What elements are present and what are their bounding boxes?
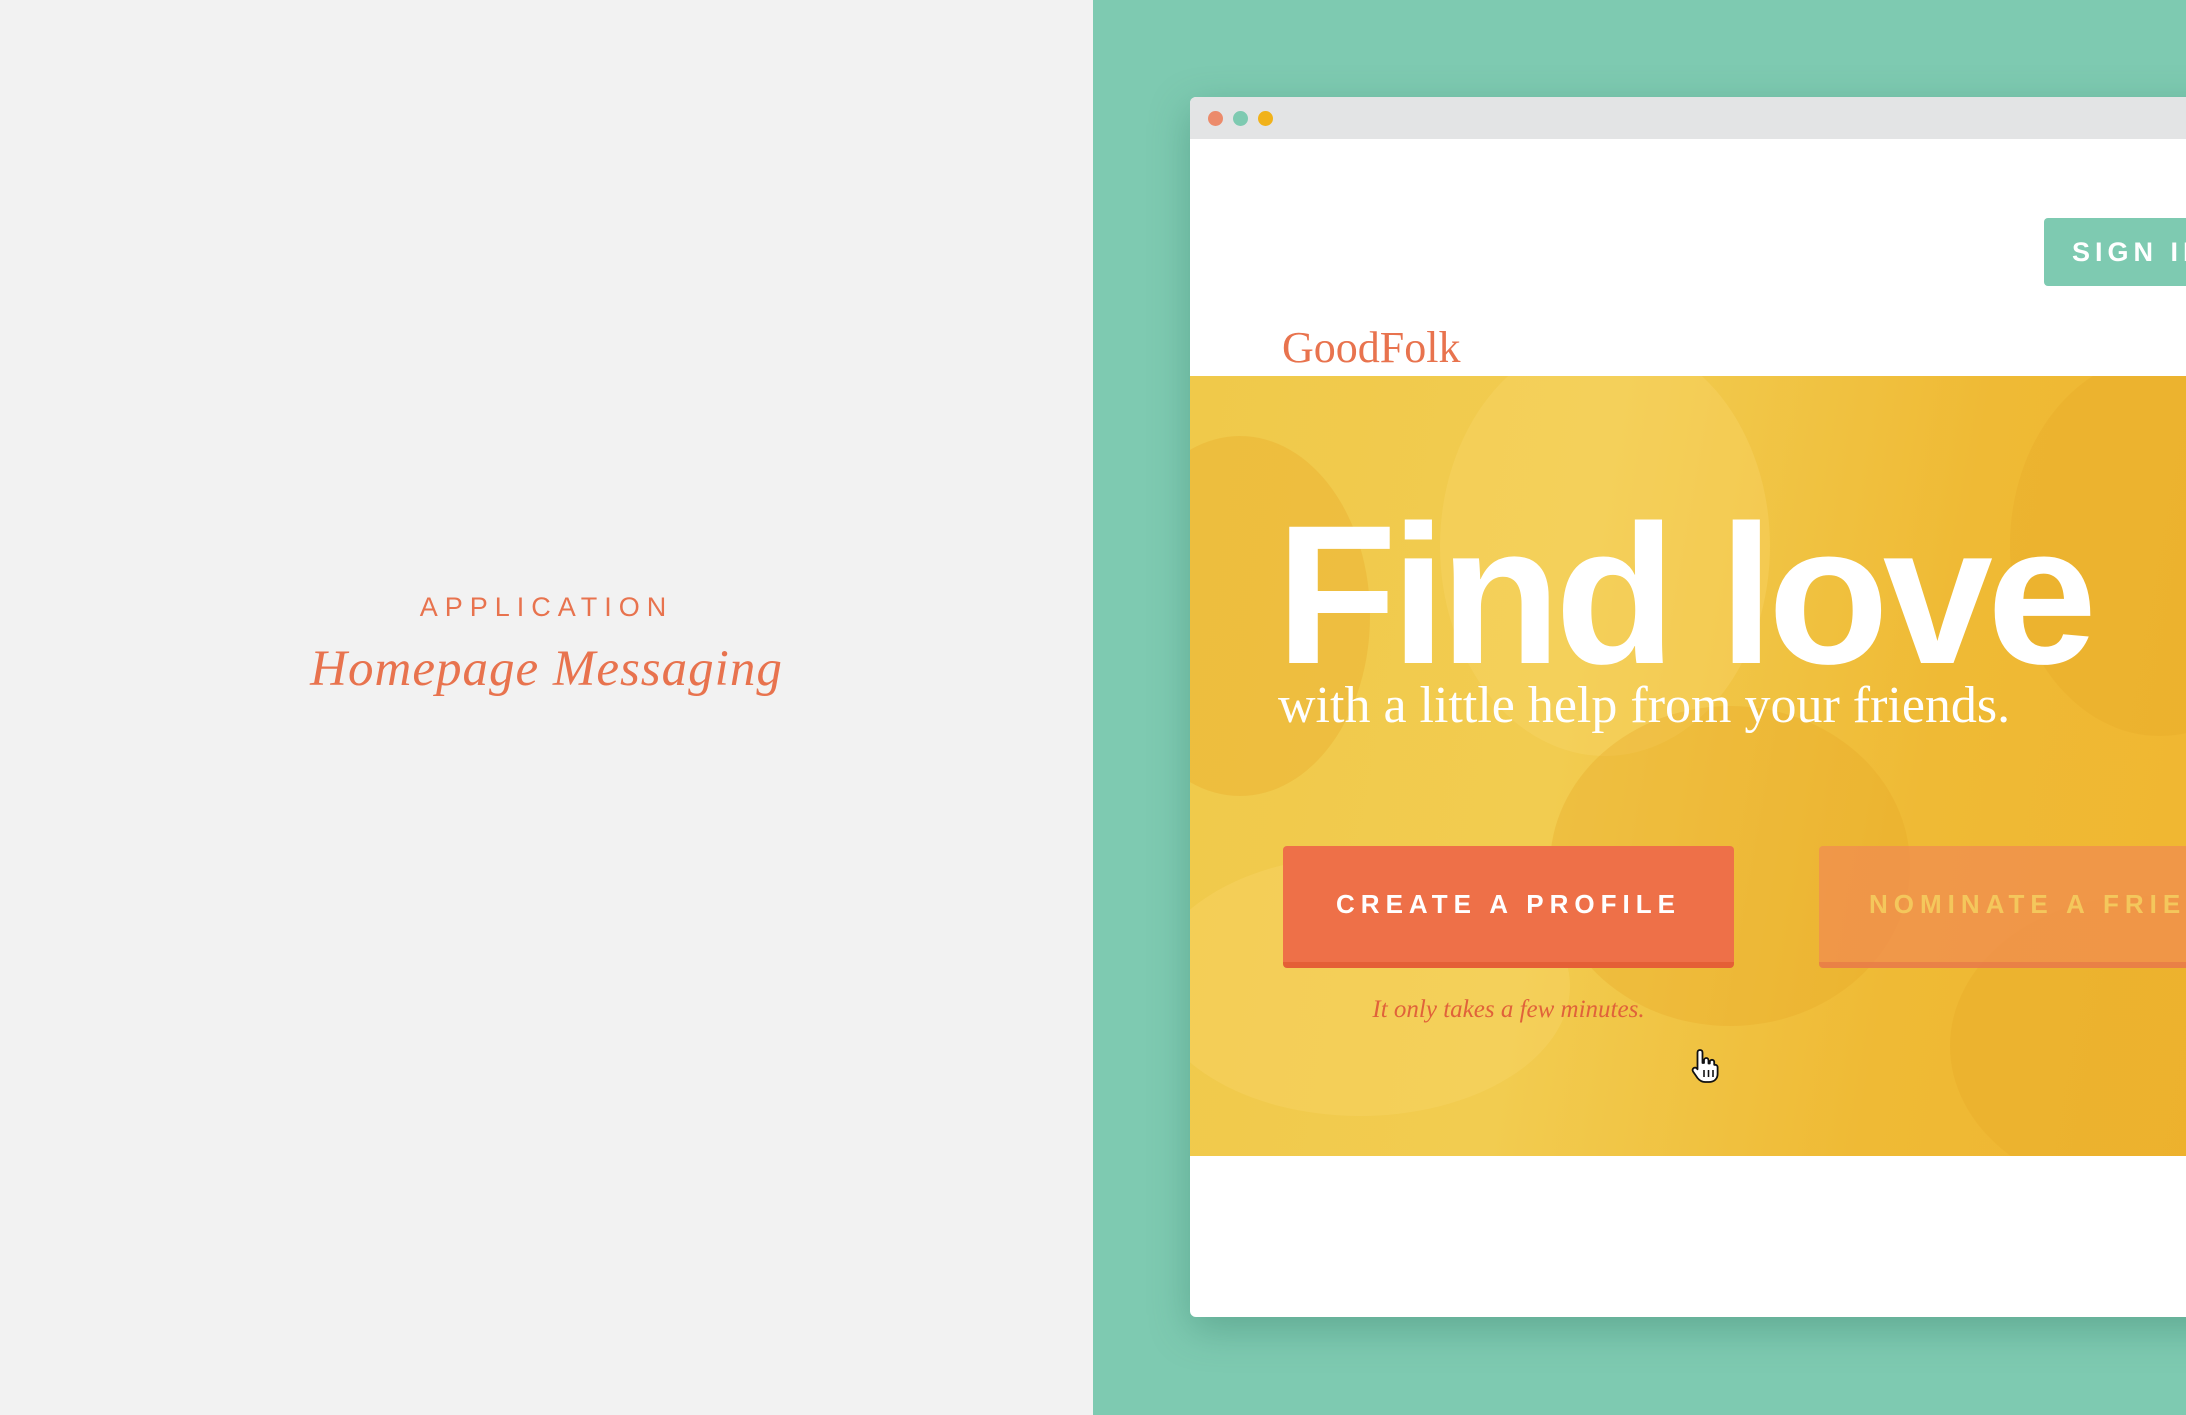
nominate-friend-button[interactable]: NOMINATE A FRIEND — [1819, 846, 2186, 968]
hero-note: It only takes a few minutes. — [1372, 996, 1645, 1023]
close-dot-icon[interactable] — [1208, 111, 1223, 126]
site-logo[interactable]: GoodFolk — [1282, 322, 1460, 373]
browser-title-bar — [1190, 97, 2186, 139]
create-profile-button[interactable]: CREATE A PROFILE — [1283, 846, 1734, 968]
presentation-right-panel: GoodFolk SIGN IN Find love with a little… — [1093, 0, 2186, 1415]
hand-pointer-icon — [1691, 1049, 1719, 1083]
caption-eyebrow: APPLICATION — [419, 592, 674, 622]
sign-in-button[interactable]: SIGN IN — [2044, 218, 2186, 286]
maximize-dot-icon[interactable] — [1258, 111, 1273, 126]
hero-headline: Find love — [1276, 484, 2097, 705]
minimize-dot-icon[interactable] — [1233, 111, 1248, 126]
caption-title: Homepage Messaging — [310, 641, 783, 697]
hero-section: Find love with a little help from your f… — [1190, 376, 2186, 1156]
presentation-left-panel: APPLICATION Homepage Messaging — [0, 0, 1093, 1415]
browser-window: GoodFolk SIGN IN Find love with a little… — [1190, 97, 2186, 1317]
hero-subheadline: with a little help from your friends. — [1278, 677, 2011, 734]
